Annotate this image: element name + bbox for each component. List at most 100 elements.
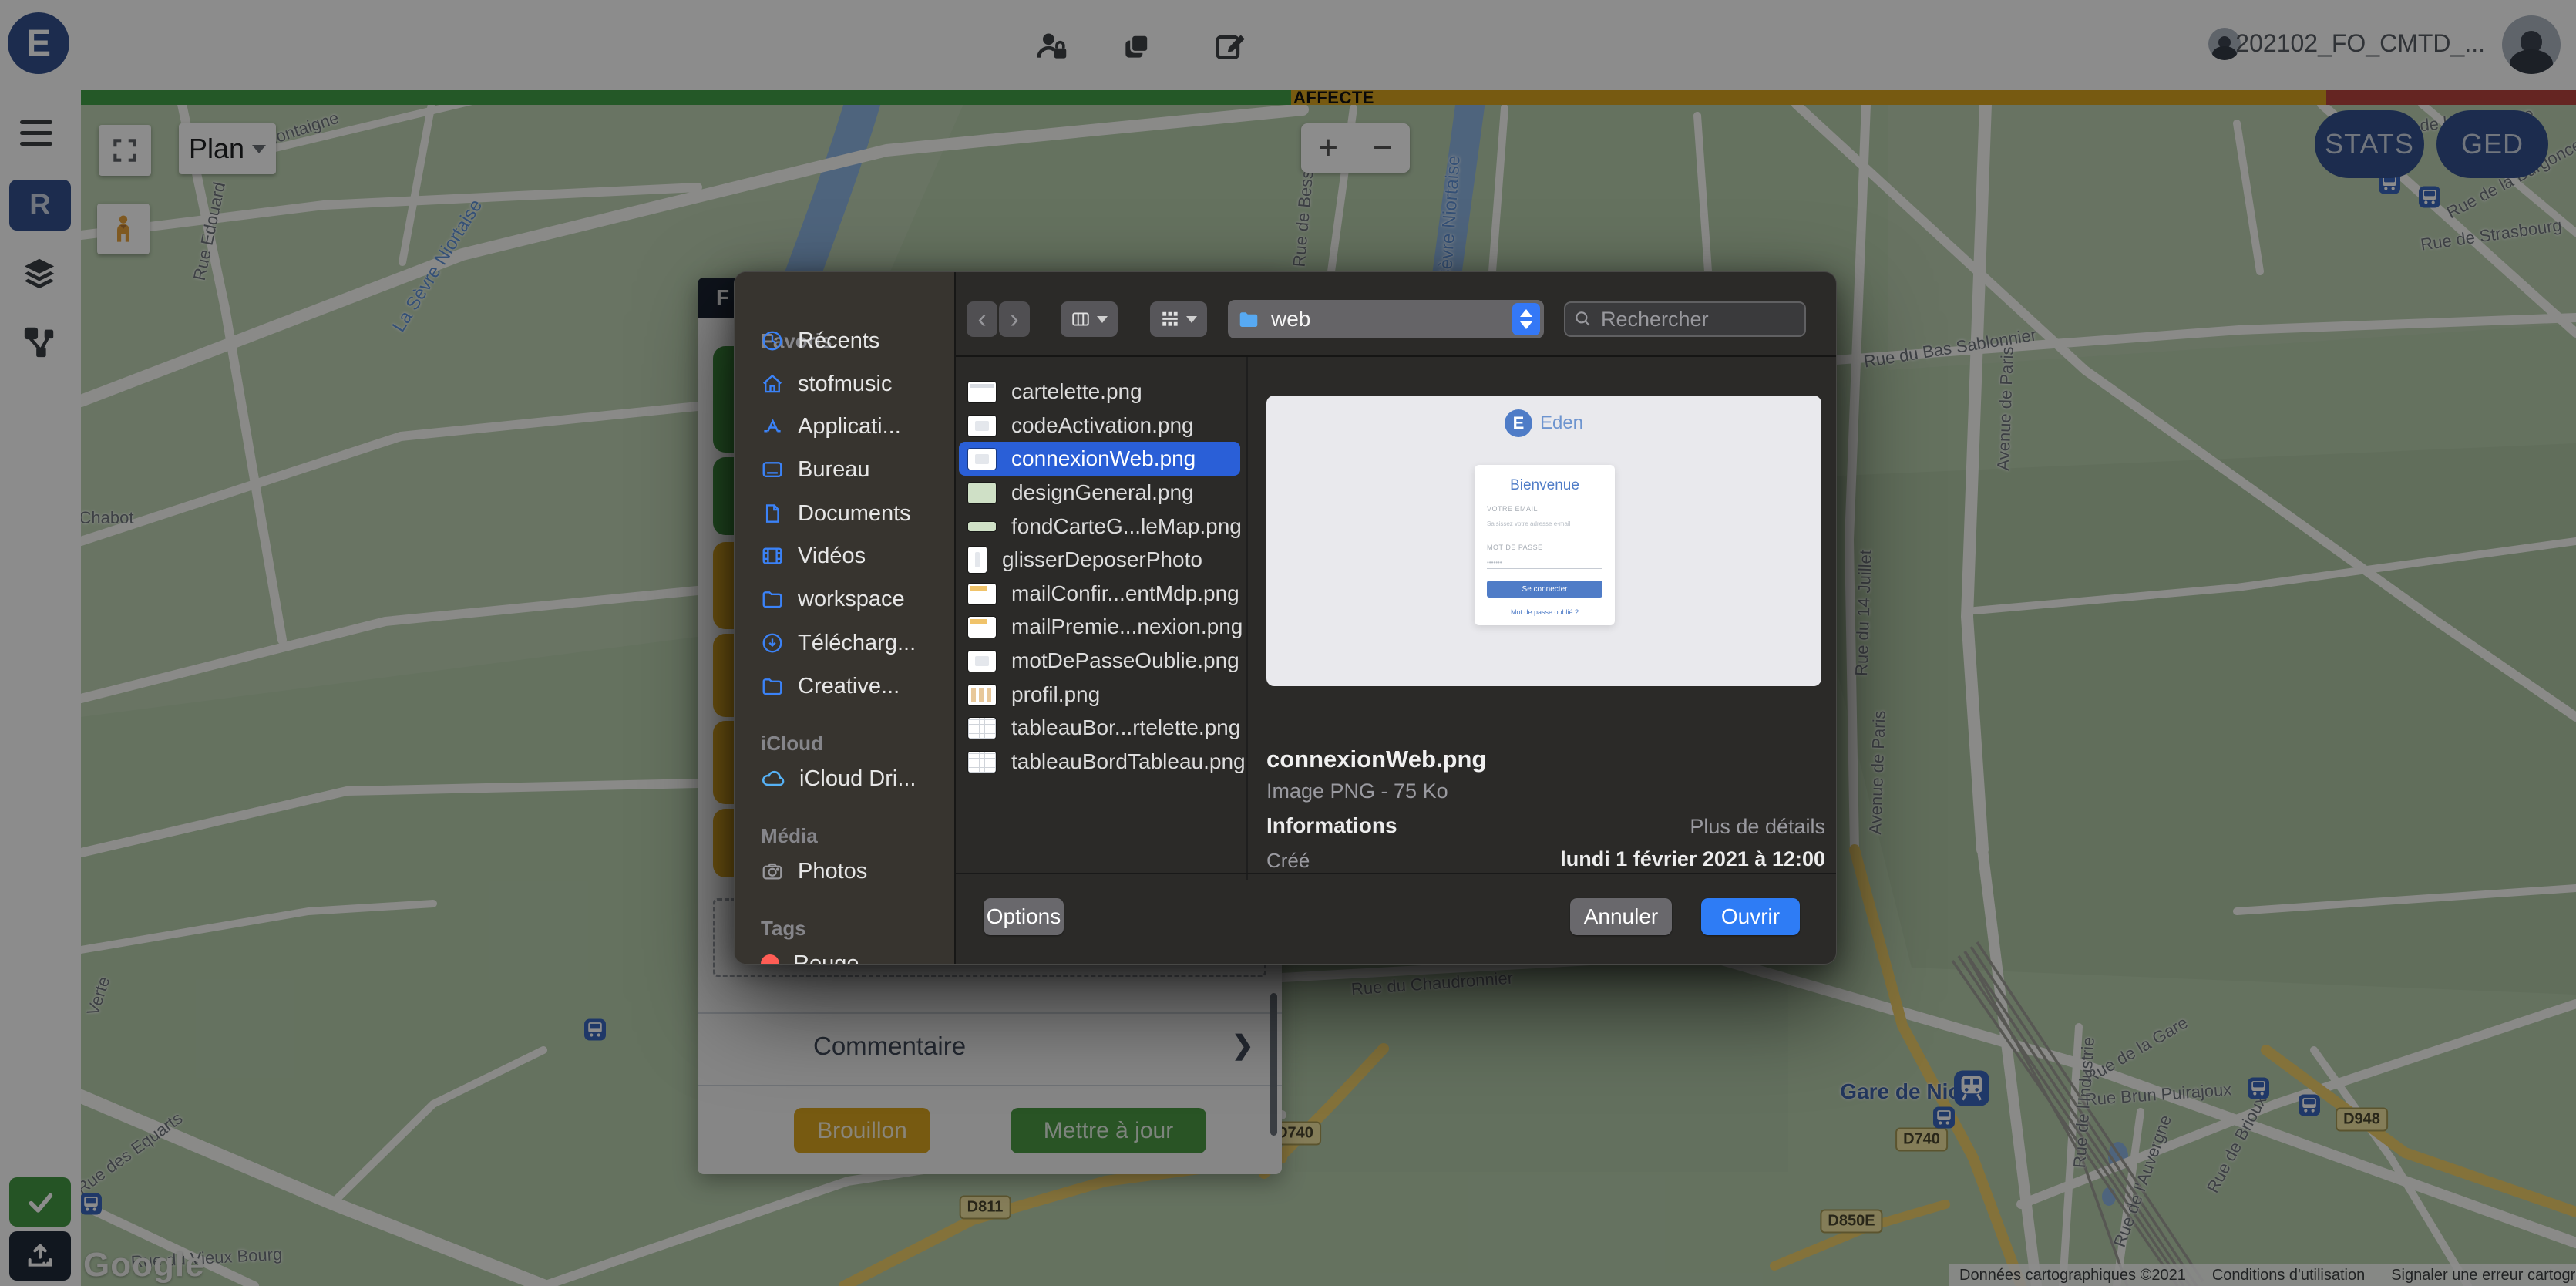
document-icon (761, 502, 784, 525)
sidebar-item-label: stofmusic (798, 371, 893, 396)
column-view-button[interactable] (1061, 301, 1118, 337)
file-thumbnail (968, 415, 996, 436)
chevron-down-icon (1186, 315, 1197, 323)
file-row[interactable]: tableauBor...rtelette.png (959, 711, 1240, 745)
sidebar-item-label: Photos (798, 858, 868, 884)
sidebar-item-workspace[interactable]: workspace (761, 581, 938, 617)
chevron-down-icon (1520, 322, 1532, 329)
sidebar-section-icloud: iCloud (761, 732, 823, 755)
film-icon (761, 544, 784, 567)
login-title: Bienvenue (1510, 477, 1579, 493)
sidebar-item-applications[interactable]: Applicati... (761, 409, 938, 444)
sidebar-item-label: Applicati... (798, 413, 901, 439)
sidebar-item-recents[interactable]: Récents (761, 323, 938, 359)
file-row[interactable]: mailConfir...entMdp.png (959, 577, 1240, 611)
file-row[interactable]: profil.png (959, 678, 1240, 712)
group-view-button[interactable] (1150, 301, 1207, 337)
file-thumbnail (968, 684, 996, 705)
file-row[interactable]: glisserDeposerPhoto (959, 543, 1240, 577)
app-root: Montaigne Rue Edouard La Sèvre Niortaise La… (0, 0, 2576, 1286)
preview-file-name: connexionWeb.png (1266, 746, 1487, 773)
file-name: fondCarteG...leMap.png (1011, 514, 1242, 538)
sidebar-item-label: Creative... (798, 673, 900, 699)
eden-logo: E (1504, 409, 1532, 437)
sidebar-section-media: Média (761, 824, 818, 847)
sidebar-item-label: iCloud Dri... (799, 766, 916, 791)
file-row[interactable]: cartelette.png (959, 375, 1240, 409)
sidebar-item-creative[interactable]: Creative... (761, 668, 938, 704)
file-row[interactable]: mailPremie...nexion.png (959, 610, 1243, 644)
file-name: mailConfir...entMdp.png (1011, 581, 1239, 605)
login-submit-button: Se connecter (1487, 581, 1602, 598)
preview-info-title: Informations (1266, 813, 1397, 837)
file-name: codeActivation.png (1011, 413, 1194, 437)
divider (954, 272, 956, 964)
created-label: Créé (1266, 849, 1310, 872)
folder-icon (761, 675, 784, 698)
file-name: designGeneral.png (1011, 480, 1194, 504)
search-input[interactable] (1599, 306, 1787, 332)
file-name: tableauBordTableau.png (1011, 749, 1246, 773)
sidebar-section-tags: Tags (761, 917, 806, 940)
file-row-selected[interactable]: connexionWeb.png (959, 442, 1240, 476)
forward-button[interactable]: › (999, 301, 1030, 337)
open-button[interactable]: Ouvrir (1701, 898, 1800, 935)
back-button[interactable]: ‹ (967, 301, 997, 337)
password-label: MOT DE PASSE (1487, 544, 1543, 551)
brand-text: Eden (1539, 412, 1584, 433)
file-name: tableauBor...rtelette.png (1011, 715, 1241, 739)
file-preview: E Eden Bienvenue VOTRE EMAIL Saisissez v… (1266, 396, 1821, 686)
file-row[interactable]: motDePasseOublie.png (959, 644, 1240, 678)
file-thumbnail (968, 650, 996, 672)
file-open-dialog: Favoris Récents stofmusic Applicati... B… (734, 271, 1837, 964)
file-thumbnail (968, 448, 996, 470)
sidebar-item-label: Documents (798, 500, 911, 526)
search-field[interactable] (1564, 301, 1806, 337)
sidebar-item-home[interactable]: stofmusic (761, 366, 938, 402)
preview-brand-row: E Eden (1266, 409, 1821, 437)
file-thumbnail (968, 717, 996, 739)
grid-icon (1162, 311, 1178, 326)
file-name: profil.png (1011, 682, 1101, 706)
file-name: mailPremie...nexion.png (1011, 614, 1243, 638)
sidebar-item-telechargements[interactable]: Télécharg... (761, 625, 938, 661)
forgot-password-link: Mot de passe oublié ? (1510, 608, 1579, 616)
divider (956, 873, 1836, 874)
file-row[interactable]: designGeneral.png (959, 476, 1240, 510)
file-thumbnail (968, 381, 996, 402)
cancel-button[interactable]: Annuler (1570, 898, 1672, 935)
file-row[interactable]: codeActivation.png (959, 409, 1240, 443)
sidebar-item-label: Récents (798, 328, 880, 353)
file-name: connexionWeb.png (1011, 446, 1196, 470)
file-thumbnail (968, 751, 996, 773)
preview-file-meta: Image PNG - 75 Ko (1266, 779, 1448, 803)
file-row[interactable]: fondCarteG...leMap.png (959, 510, 1242, 544)
sidebar-item-label: Rouge (793, 951, 859, 964)
search-icon (1576, 311, 1590, 326)
chevron-down-icon (1097, 315, 1108, 323)
download-icon (761, 631, 784, 655)
sidebar-item-label: Bureau (798, 456, 870, 482)
file-thumbnail (968, 583, 996, 604)
file-thumbnail (968, 522, 996, 531)
sidebar-item-documents[interactable]: Documents (761, 496, 938, 531)
sidebar-item-icloud-drive[interactable]: iCloud Dri... (761, 761, 938, 796)
created-value: lundi 1 février 2021 à 12:00 (1560, 847, 1825, 870)
stepper-control[interactable] (1512, 303, 1540, 335)
file-name: cartelette.png (1011, 379, 1142, 403)
chevron-up-icon (1520, 309, 1532, 317)
more-details-link[interactable]: Plus de détails (1690, 815, 1825, 839)
folder-dropdown[interactable]: web (1228, 300, 1544, 338)
sidebar-item-label: workspace (798, 586, 905, 611)
sidebar-item-videos[interactable]: Vidéos (761, 538, 938, 574)
cloud-icon (761, 766, 785, 791)
file-row[interactable]: tableauBordTableau.png (959, 745, 1246, 779)
file-thumbnail (968, 616, 996, 638)
password-input: ••••••• (1487, 559, 1602, 569)
sidebar-item-photos[interactable]: Photos (761, 853, 938, 889)
preview-login-card: Bienvenue VOTRE EMAIL Saisissez votre ad… (1475, 465, 1615, 625)
sidebar-item-tag-rouge[interactable]: Rouge (761, 946, 938, 964)
sidebar-item-bureau[interactable]: Bureau (761, 452, 938, 487)
file-thumbnail (968, 547, 987, 573)
options-button[interactable]: Options (984, 898, 1064, 935)
